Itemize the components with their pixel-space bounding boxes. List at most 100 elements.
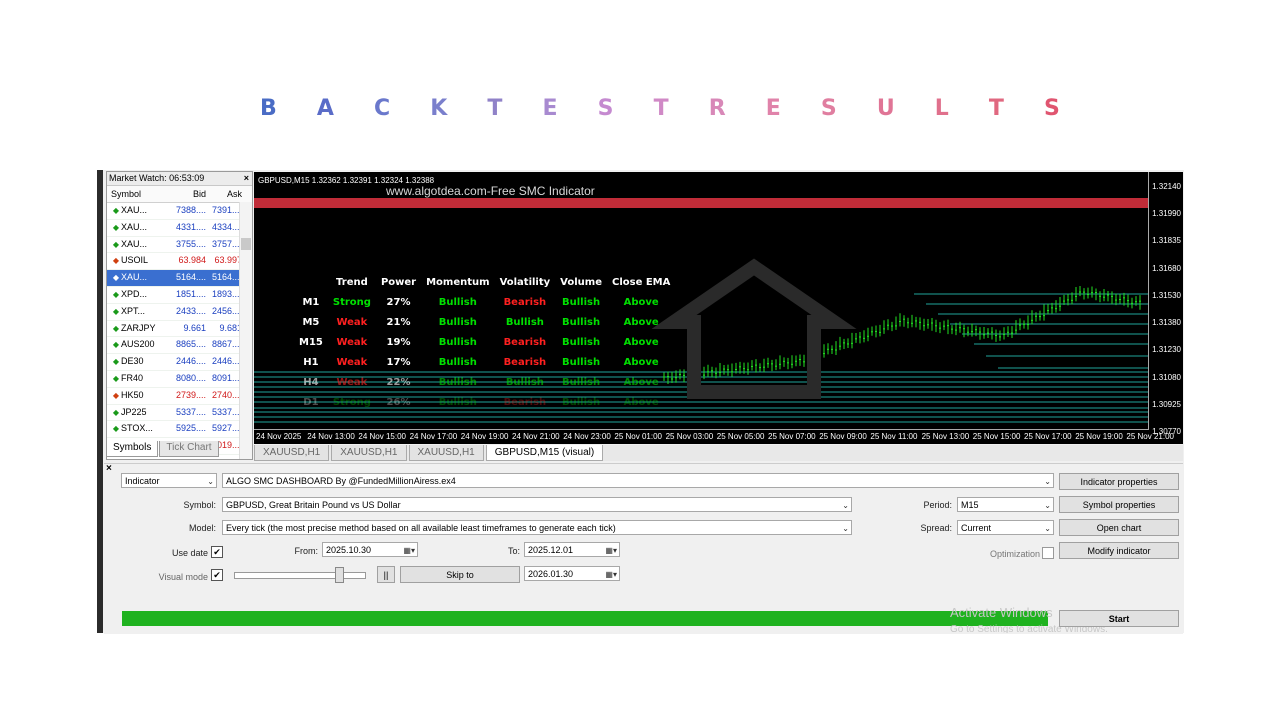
bid-cell: 7388.... <box>175 205 206 215</box>
indicator-value: ALGO SMC DASHBOARD By @FundedMillionAire… <box>226 476 456 486</box>
modify-indicator-button[interactable]: Modify indicator <box>1059 542 1179 559</box>
start-button[interactable]: Start <box>1059 610 1179 627</box>
heading-letter: A <box>316 96 334 121</box>
dashboard-ema-cell: Above <box>623 296 659 308</box>
chart-tab[interactable]: XAUUSD,H1 <box>408 445 484 461</box>
column-ask[interactable]: Ask <box>206 186 244 202</box>
visual-speed-slider[interactable] <box>234 572 366 579</box>
bid-cell: 2433.... <box>175 305 206 316</box>
market-watch-row[interactable]: ◆ HK50 2739.... 2740.... <box>107 388 252 405</box>
market-watch-row[interactable]: ◆ DE30 2446.... 2446.... <box>107 354 252 371</box>
market-watch-row[interactable]: ◆ XAU... 4331.... 4334.... <box>107 220 252 237</box>
market-watch-row[interactable]: ◆ FR40 8080.... 8091.... <box>107 371 252 388</box>
chart-tab[interactable]: GBPUSD,M15 (visual) <box>485 445 604 461</box>
use-date-checkbox[interactable]: ✔ <box>211 546 223 558</box>
dashboard-header: Power <box>380 276 417 288</box>
calendar-dropdown-icon: ▦▾ <box>403 546 415 555</box>
bid-cell: 9.661 <box>183 322 206 333</box>
spread-select[interactable]: Current ⌄ <box>957 520 1054 535</box>
market-watch-row[interactable]: ◆ USOIL 63.984 63.997 <box>107 253 252 271</box>
open-chart-button[interactable]: Open chart <box>1059 519 1179 536</box>
market-watch-row[interactable]: ◆ AUS200 8865.... 8867.... <box>107 337 252 355</box>
dashboard-row: M5 Weak 21% Bullish Bullish Bullish Above <box>294 312 675 332</box>
symbol-name: XAU... <box>121 205 148 215</box>
dashboard-power-cell: 19% <box>386 336 411 348</box>
time-label: 24 Nov 15:00 <box>358 432 406 441</box>
heading-letter: C <box>374 96 391 121</box>
to-date-input[interactable]: 2025.12.01 ▦▾ <box>524 542 620 557</box>
model-select[interactable]: Every tick (the most precise method base… <box>222 520 852 535</box>
column-symbol[interactable]: Symbol <box>107 186 169 202</box>
market-watch-list: ◆ XAU... 7388.... 7391.... ◆ XAU... 4331.... 43… <box>107 203 252 455</box>
dashboard-row: M15 Weak 19% Bullish Bearish Bullish Above <box>294 332 675 352</box>
slider-thumb[interactable] <box>335 567 344 583</box>
heading-letter: E <box>542 96 558 121</box>
bid-cell: 1851.... <box>175 288 206 299</box>
arrow-down-icon: ◆ <box>112 256 120 266</box>
tester-close-icon[interactable]: × <box>106 463 112 474</box>
tab-symbols[interactable]: Symbols <box>106 441 159 457</box>
dashboard-volume-cell: Bullish <box>562 376 601 388</box>
period-select[interactable]: M15 ⌄ <box>957 497 1054 512</box>
chart-tab[interactable]: XAUUSD,H1 <box>254 445 330 461</box>
arrow-up-icon: ◆ <box>112 357 120 367</box>
market-watch-row[interactable]: ◆ STOX... 5925.... 5927.... <box>107 421 252 439</box>
dashboard-row: H1 Weak 17% Bullish Bearish Bullish Above <box>294 352 675 372</box>
symbol-properties-button[interactable]: Symbol properties <box>1059 496 1179 513</box>
symbol-cell: ◆ XPD... <box>107 287 169 303</box>
symbol-select[interactable]: GBPUSD, Great Britain Pound vs US Dollar… <box>222 497 852 512</box>
dashboard-momentum-cell: Bullish <box>438 356 477 368</box>
market-watch-row[interactable]: ◆ XAU... 3755.... 3757.... <box>107 237 252 254</box>
symbol-cell: ◆ FR40 <box>107 371 169 387</box>
from-date-input[interactable]: 2025.10.30 ▦▾ <box>322 542 418 557</box>
scrollbar-thumb[interactable] <box>241 238 251 250</box>
tester-type-select[interactable]: Indicator ⌄ <box>121 473 217 488</box>
price-chart[interactable]: GBPUSD,M15 1.32362 1.32391 1.32324 1.323… <box>254 172 1183 444</box>
dashboard-ema-cell: Above <box>623 316 659 328</box>
dashboard-power-cell: 17% <box>386 356 411 368</box>
skip-to-button[interactable]: Skip to <box>400 566 520 583</box>
price-label: 1.32140 <box>1152 182 1181 191</box>
chevron-down-icon: ⌄ <box>1044 501 1051 510</box>
tester-type-value: Indicator <box>125 476 160 486</box>
close-icon[interactable]: × <box>244 172 249 185</box>
skip-to-date-input[interactable]: 2026.01.30 ▦▾ <box>524 566 620 581</box>
market-watch-row[interactable]: ◆ JP225 5337.... 5337.... <box>107 405 252 422</box>
heading-letter: R <box>708 96 726 121</box>
indicator-select[interactable]: ALGO SMC DASHBOARD By @FundedMillionAire… <box>222 473 1054 488</box>
time-label: 25 Nov 21:00 <box>1126 432 1174 441</box>
indicator-properties-button[interactable]: Indicator properties <box>1059 473 1179 490</box>
chart-tab[interactable]: XAUUSD,H1 <box>331 445 407 461</box>
dashboard-volatility-cell: Bullish <box>505 376 544 388</box>
pause-button[interactable]: || <box>377 566 395 583</box>
dashboard-power-cell: 22% <box>386 376 411 388</box>
heading-letter: T <box>653 96 669 121</box>
arrow-up-icon: ◆ <box>112 273 120 283</box>
dashboard-volume-cell: Bullish <box>562 336 601 348</box>
to-label: To: <box>507 546 520 556</box>
optimization-checkbox[interactable] <box>1042 547 1054 559</box>
dashboard-header: Close EMA <box>611 276 671 288</box>
dashboard-tf-cell: H1 <box>303 356 319 368</box>
market-watch-row[interactable]: ◆ ZARJPY 9.661 9.681 <box>107 321 252 338</box>
column-bid[interactable]: Bid <box>169 186 206 202</box>
symbol-name: XPT... <box>121 305 146 316</box>
dashboard-tf-cell: H4 <box>303 376 319 388</box>
skip-to-date-value: 2026.01.30 <box>528 569 574 579</box>
tab-tick-chart[interactable]: Tick Chart <box>159 441 219 457</box>
dashboard-volume-cell: Bullish <box>562 356 601 368</box>
time-label: 25 Nov 17:00 <box>1024 432 1072 441</box>
symbol-label: Symbol: <box>183 500 216 510</box>
chevron-down-icon: ⌄ <box>207 477 214 486</box>
arrow-up-icon: ◆ <box>112 323 120 333</box>
watermark-logo <box>651 258 857 399</box>
market-watch-row[interactable]: ◆ XAU... 7388.... 7391.... <box>107 203 252 220</box>
market-watch-row[interactable]: ◆ XAU... 5164.... 5164.... <box>107 270 252 287</box>
scrollbar[interactable] <box>239 202 252 459</box>
visual-mode-checkbox[interactable]: ✔ <box>211 569 223 581</box>
time-label: 25 Nov 07:00 <box>768 432 816 441</box>
market-watch-row[interactable]: ◆ XPT... 2433.... 2456.... <box>107 304 252 321</box>
bid-cell: 4331.... <box>175 221 206 232</box>
market-watch-row[interactable]: ◆ XPD... 1851.... 1893.... <box>107 287 252 304</box>
price-label: 1.31080 <box>1152 372 1181 382</box>
